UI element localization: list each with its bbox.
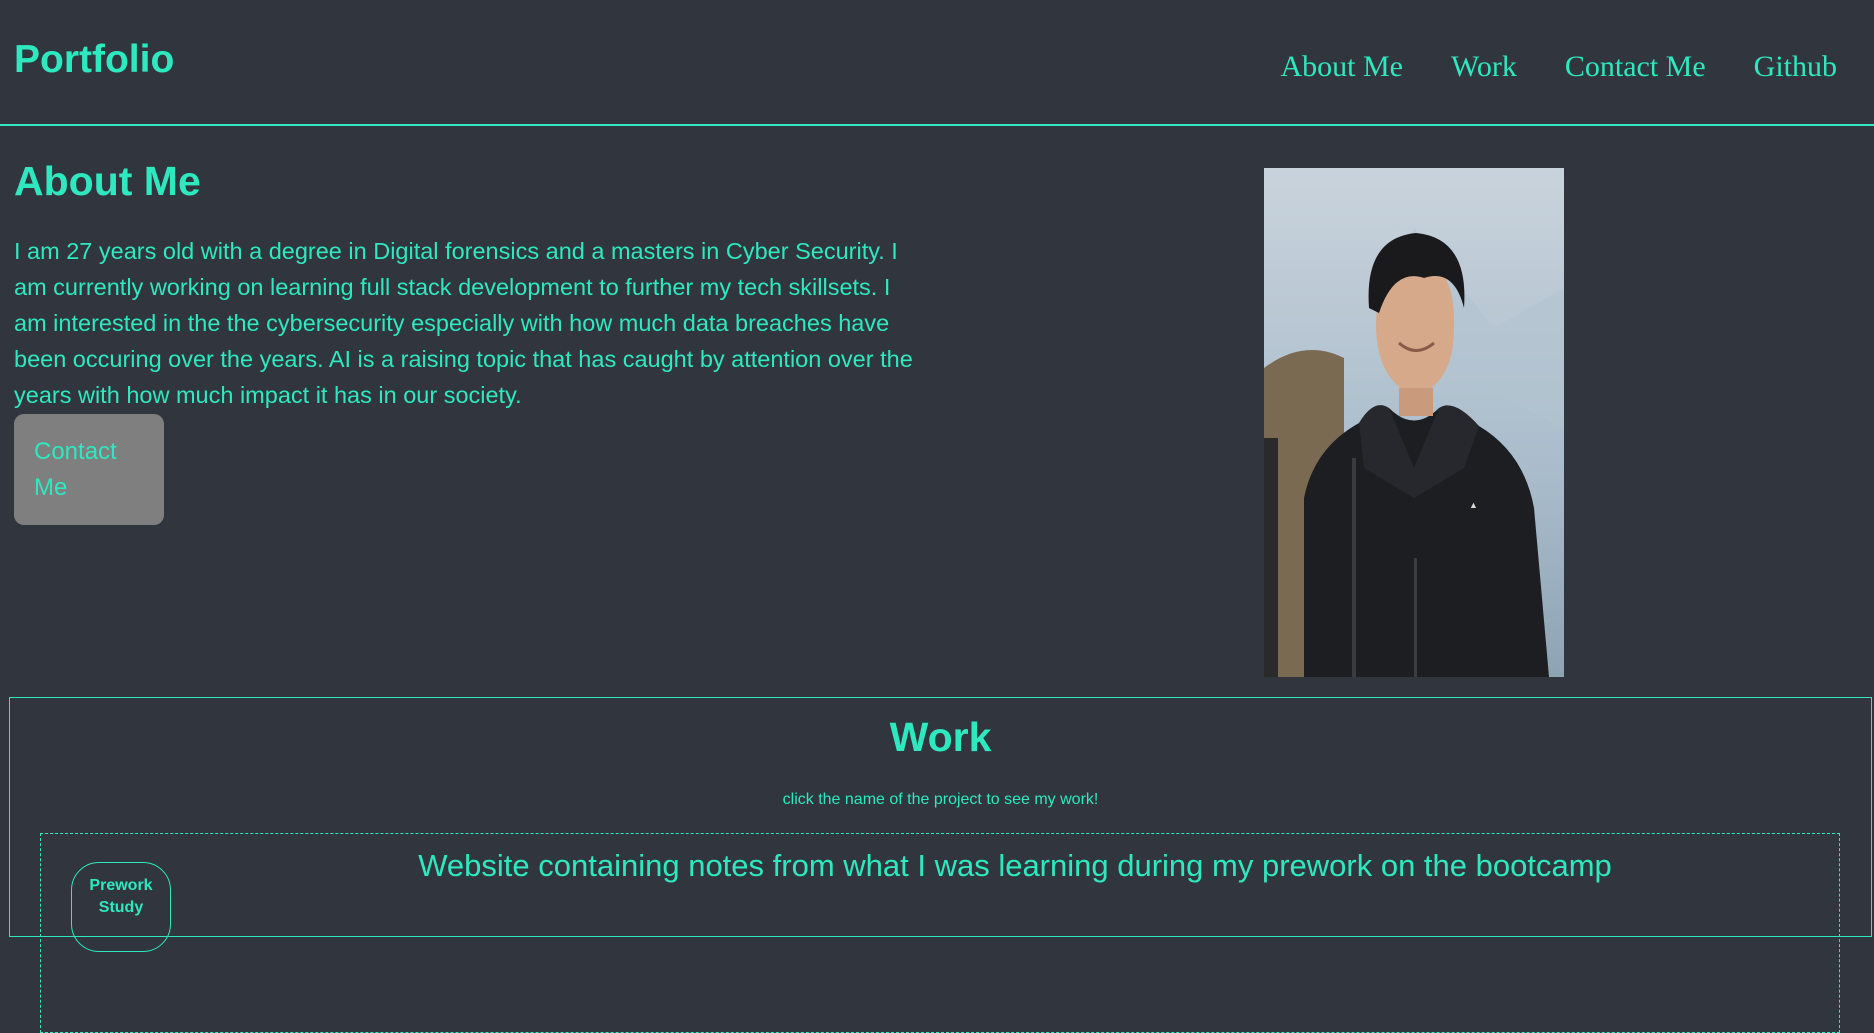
jacket-logo: ▲ (1469, 500, 1478, 510)
about-heading: About Me (14, 158, 201, 204)
nav-github[interactable]: Github (1754, 50, 1837, 84)
project-title: Website containing notes from what I was… (418, 848, 1612, 883)
contact-me-button[interactable]: Contact Me (14, 414, 164, 525)
nav-contact-me[interactable]: Contact Me (1565, 50, 1706, 84)
project-card: Prework Study Website containing notes f… (40, 833, 1840, 1033)
profile-photo: ▲ (1264, 168, 1564, 677)
work-hint: click the name of the project to see my … (782, 791, 1099, 808)
about-text: I am 27 years old with a degree in Digit… (14, 238, 913, 408)
site-header: Portfolio About Me Work Contact Me Githu… (0, 0, 1874, 126)
main-nav: About Me Work Contact Me Github (1280, 50, 1837, 84)
nav-work[interactable]: Work (1451, 50, 1517, 84)
brand-title: Portfolio (14, 38, 175, 81)
nav-about-me[interactable]: About Me (1280, 50, 1403, 84)
work-heading: Work (889, 714, 992, 760)
work-section: Work click the name of the project to se… (9, 697, 1872, 1033)
